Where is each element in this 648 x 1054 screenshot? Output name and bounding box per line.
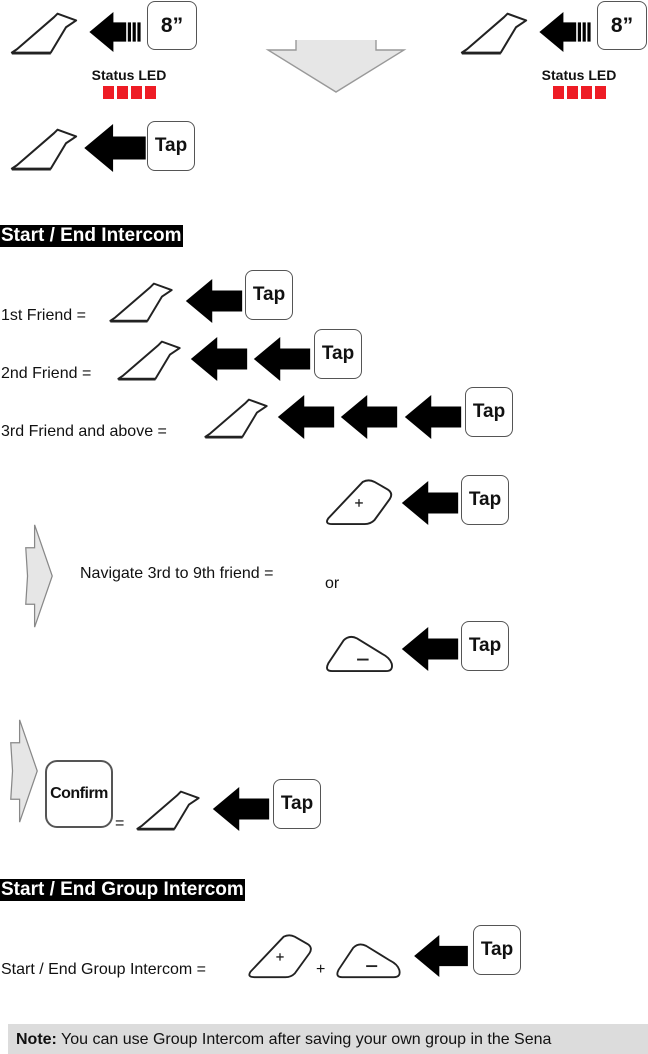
second-friend-label: 2nd Friend =: [1, 365, 92, 382]
jog-dial-icon: [8, 128, 80, 172]
tap-arrow-icon: [183, 279, 245, 323]
section-heading-group-intercom: Start / End Group Intercom: [0, 879, 245, 901]
led-square: [580, 86, 592, 99]
jog-dial-icon: [200, 398, 272, 440]
led-indicator-row: [520, 86, 638, 99]
led-square: [144, 86, 156, 99]
tap-arrow-icon: [210, 787, 272, 831]
led-square: [566, 86, 578, 99]
status-led-label: Status LED: [91, 67, 167, 83]
tap-arrow-icon: [189, 337, 249, 381]
tap-arrow-icon: [399, 481, 461, 525]
tap-key: Tap: [461, 621, 509, 671]
tap-key: Tap: [273, 779, 321, 829]
tap-arrow-icon: [399, 627, 461, 671]
led-square: [116, 86, 128, 99]
led-square: [130, 86, 142, 99]
note-prefix: Note:: [16, 1031, 57, 1048]
status-led-left: Status LED: [70, 67, 188, 99]
plus-button-icon: [243, 933, 317, 979]
combine-plus: +: [316, 961, 326, 978]
hold-arrow-icon: [534, 12, 596, 52]
jog-dial-icon: [132, 790, 204, 832]
led-square: [594, 86, 606, 99]
third-friend-label: 3rd Friend and above =: [1, 423, 167, 440]
tap-key: Tap: [147, 121, 195, 171]
jog-dial-icon: [105, 282, 177, 324]
section-heading-intercom: Start / End Intercom: [0, 225, 183, 247]
plus-button-icon: [323, 478, 395, 526]
status-led-right: Status LED: [520, 67, 638, 99]
led-indicator-row: [70, 86, 188, 99]
tap-key: Tap: [245, 270, 293, 320]
step-arrow-icon: [9, 712, 39, 830]
tap-arrow-icon: [401, 395, 465, 439]
note-text: You can use Group Intercom after saving …: [56, 1031, 552, 1048]
note-box: Note: You can use Group Intercom after s…: [8, 1024, 648, 1054]
status-led-label: Status LED: [541, 67, 617, 83]
tap-arrow-icon: [410, 935, 472, 977]
jog-dial-icon: [458, 12, 530, 56]
minus-button-icon: [331, 933, 405, 979]
tap-key: Tap: [461, 475, 509, 525]
step-arrow-icon: [24, 517, 54, 635]
tap-key: Tap: [473, 925, 521, 975]
tap-arrow-icon: [276, 395, 336, 439]
group-intercom-label: Start / End Group Intercom =: [1, 961, 206, 978]
led-square: [102, 86, 114, 99]
tap-key: Tap: [465, 387, 513, 437]
hold-8-seconds-key: 8”: [597, 1, 647, 50]
hold-arrow-icon: [84, 12, 146, 52]
confirm-key: Confirm: [45, 760, 113, 828]
equals-sign: =: [115, 815, 125, 832]
tap-key: Tap: [314, 329, 362, 379]
minus-button-icon: [323, 625, 395, 673]
navigate-label: Navigate 3rd to 9th friend =: [80, 565, 274, 582]
first-friend-label: 1st Friend =: [1, 307, 86, 324]
jog-dial-icon: [113, 340, 185, 382]
down-arrow-icon: [265, 40, 407, 93]
tap-arrow-icon: [84, 124, 146, 172]
hold-8-seconds-key: 8”: [147, 1, 197, 50]
led-square: [552, 86, 564, 99]
tap-arrow-icon: [338, 395, 400, 439]
or-label: or: [325, 575, 340, 592]
tap-arrow-icon: [251, 337, 313, 381]
jog-dial-icon: [8, 12, 80, 56]
